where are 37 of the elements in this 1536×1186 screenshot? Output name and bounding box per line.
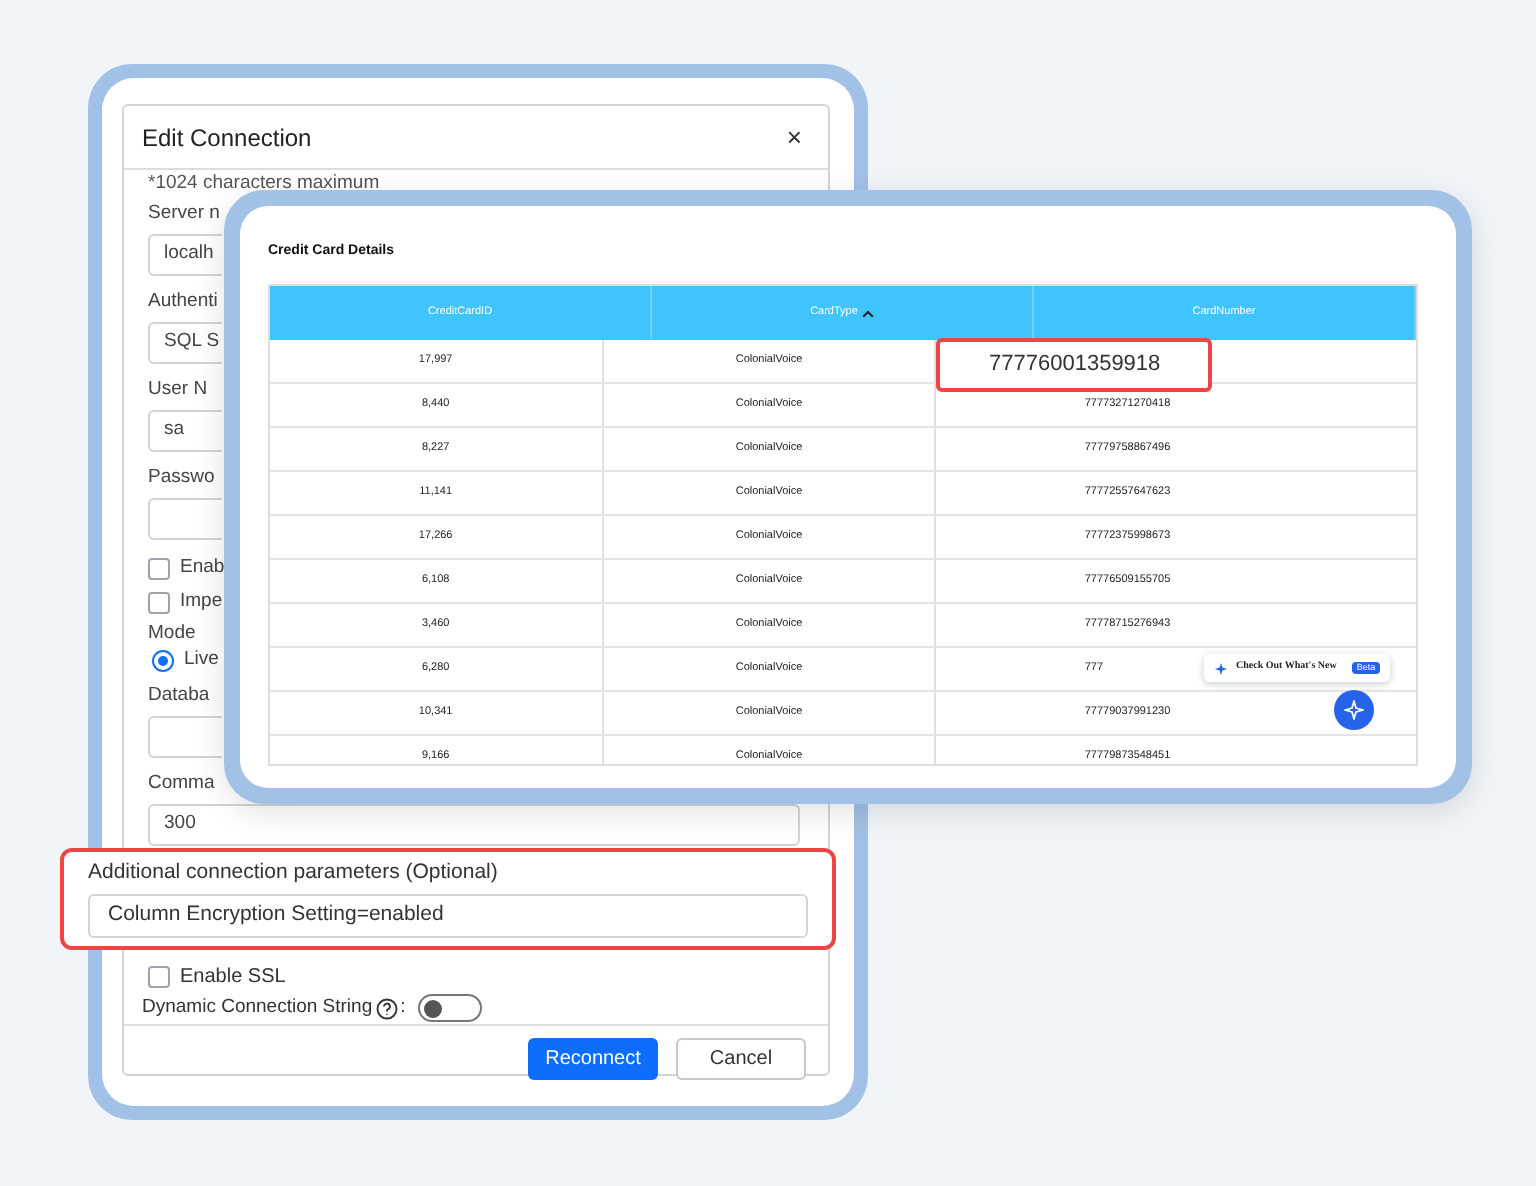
input-field[interactable]: SQL S xyxy=(148,322,222,364)
assistant-button[interactable] xyxy=(1333,690,1374,730)
toggle-label: Dynamic Connection String xyxy=(142,993,373,1022)
highlighted-cell: 77776001359918 xyxy=(936,338,1213,392)
close-button[interactable]: × xyxy=(778,124,810,150)
cancel-button[interactable]: Cancel xyxy=(676,1037,806,1079)
sparkle-icon xyxy=(1214,661,1228,675)
reconnect-button[interactable]: Reconnect xyxy=(528,1037,658,1079)
field-label: Databa xyxy=(148,682,210,708)
dialog-title: Edit Connection xyxy=(142,121,312,155)
checkbox[interactable] xyxy=(148,966,170,988)
radio-label: Live xyxy=(184,646,219,675)
radio-button[interactable] xyxy=(152,650,174,672)
input-field[interactable]: localh xyxy=(148,234,222,276)
checkbox-label: Impe xyxy=(180,588,223,617)
colon-text: : xyxy=(400,993,406,1022)
field-label: Additional connection parameters (Optional) xyxy=(88,858,500,886)
field-label: Mode xyxy=(148,620,196,646)
checkbox-label: Enab xyxy=(180,554,225,583)
note-text: *1024 characters maximum xyxy=(148,172,382,196)
input-field[interactable] xyxy=(148,498,222,540)
toggle-switch[interactable] xyxy=(417,994,482,1022)
help-icon[interactable] xyxy=(376,997,399,1019)
checkbox[interactable] xyxy=(148,558,170,580)
sort-icon xyxy=(861,309,874,317)
input-field[interactable] xyxy=(148,716,222,758)
field-label: Server n xyxy=(148,200,220,226)
input-field[interactable]: 300 xyxy=(148,804,800,846)
input-field[interactable]: Column Encryption Setting=enabled xyxy=(88,894,808,938)
checkbox[interactable] xyxy=(148,592,170,614)
field-label: User N xyxy=(148,376,208,402)
field-label: Authenti xyxy=(148,288,218,314)
sparkle-icon xyxy=(1343,700,1364,720)
input-field[interactable]: sa xyxy=(148,410,222,452)
checkbox-label: Enable SSL xyxy=(180,964,286,992)
field-label: Passwo xyxy=(148,464,215,490)
field-label: Comma xyxy=(148,770,215,796)
